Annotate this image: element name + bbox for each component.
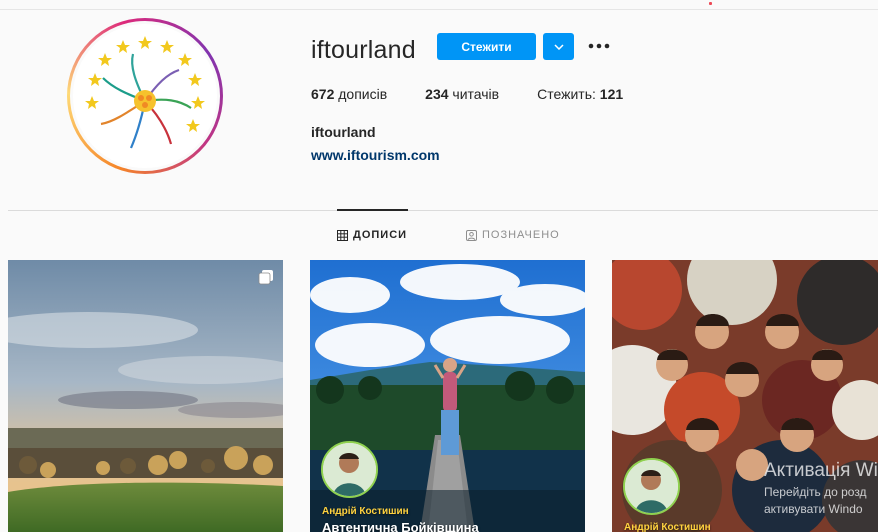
posts-stat: 672 дописів xyxy=(311,86,387,102)
chevron-down-icon xyxy=(553,43,564,50)
carousel-icon xyxy=(258,270,273,285)
edelweiss-logo-icon xyxy=(85,36,205,149)
watermark-line-2: активувати Windo xyxy=(764,502,863,516)
followers-stat[interactable]: 234 читачів xyxy=(425,86,499,102)
more-options-button[interactable] xyxy=(586,38,612,54)
tab-tagged[interactable]: ПОЗНАЧЕНО xyxy=(466,229,560,241)
active-tab-indicator xyxy=(337,209,408,211)
creator-avatar xyxy=(623,458,680,515)
follow-button[interactable]: Стежити xyxy=(437,33,536,60)
posts-count: 672 xyxy=(311,86,335,102)
watermark-line-1: Перейдіть до розд xyxy=(764,485,867,499)
post-caption: Автентична Бойківщина xyxy=(322,520,479,532)
watermark-title: Активація Wi xyxy=(764,460,878,481)
post-tile[interactable]: Андрій Костишин Автентична Бойківщина xyxy=(310,260,585,532)
following-count: 121 xyxy=(599,86,624,102)
person-icon xyxy=(625,460,678,513)
following-label: Стежить: xyxy=(537,86,596,102)
creator-name: Андрій Костишин xyxy=(624,522,711,532)
profile-stats: 672 дописів 234 читачів Стежить: 121 xyxy=(311,86,661,102)
more-dots-icon xyxy=(588,43,610,49)
suggested-dropdown-button[interactable] xyxy=(543,33,574,60)
avatar-logo xyxy=(70,21,220,171)
posts-label: дописів xyxy=(338,86,388,102)
followers-label: читачів xyxy=(452,86,500,102)
tabs-divider xyxy=(8,210,878,211)
followers-count: 234 xyxy=(425,86,449,102)
windows-activation-watermark: Активація Wi Перейдіть до розд активуват… xyxy=(764,460,878,516)
creator-name: Андрій Костишин xyxy=(322,506,409,517)
profile-avatar[interactable] xyxy=(67,18,223,174)
grid-icon xyxy=(337,229,348,241)
tab-posts-label: ДОПИСИ xyxy=(353,229,408,241)
profile-full-name: iftourland xyxy=(311,124,376,140)
notification-dot xyxy=(709,2,712,5)
post-tile[interactable] xyxy=(8,260,283,532)
creator-avatar xyxy=(321,441,378,498)
landscape-photo xyxy=(8,260,283,532)
tab-tagged-label: ПОЗНАЧЕНО xyxy=(482,229,560,241)
person-icon xyxy=(323,443,376,496)
tab-posts[interactable]: ДОПИСИ xyxy=(337,229,407,241)
profile-username: iftourland xyxy=(311,36,416,64)
following-stat[interactable]: Стежить: 121 xyxy=(537,86,623,102)
profile-website-link[interactable]: www.iftourism.com xyxy=(311,147,440,163)
tagged-icon xyxy=(466,229,477,241)
top-divider xyxy=(0,0,878,10)
